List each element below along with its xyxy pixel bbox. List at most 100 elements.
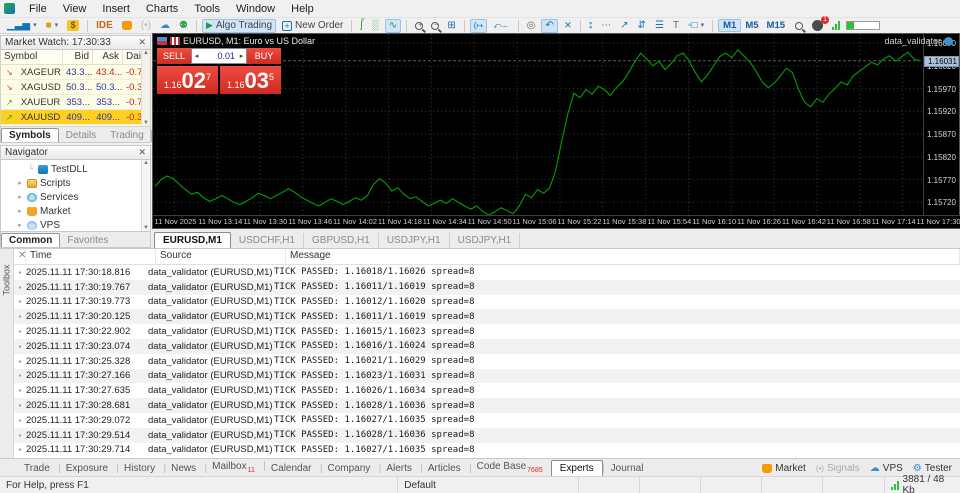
algo-trading-button[interactable]: ▶ Algo Trading	[201, 18, 277, 33]
market-icon[interactable]	[119, 19, 135, 33]
deposit-icon[interactable]: $	[64, 19, 82, 33]
market-watch-tab-symbols[interactable]: Symbols	[1, 128, 59, 142]
toolbox-tab-alerts[interactable]: Alerts	[378, 461, 422, 476]
metaeditor-ide-button[interactable]: IDE	[93, 19, 116, 33]
market-watch-row[interactable]: ↘ XAGEUR 43.3... 43.4... -0.7...	[1, 65, 150, 80]
navigator-tab-common[interactable]: Common	[1, 233, 61, 247]
navigator-item-testdll[interactable]: └ TestDLL	[1, 162, 150, 176]
log-column-header[interactable]: Time	[26, 249, 156, 264]
log-row[interactable]: ▪ 2025.11.11 17:30:29.514 data_validator…	[14, 427, 960, 443]
log-row[interactable]: ▪ 2025.11.11 17:30:22.902 data_validator…	[14, 324, 960, 339]
zoom-in-icon[interactable]: +	[412, 19, 425, 33]
toolbox-tab-calendar[interactable]: Calendar	[263, 461, 322, 476]
close-icon[interactable]: ✕	[138, 37, 146, 48]
menu-item-charts[interactable]: Charts	[138, 1, 186, 17]
navigator-item-services[interactable]: ▸ Services	[1, 190, 150, 204]
volume-increase-icon[interactable]: ▸	[237, 52, 246, 60]
menu-item-insert[interactable]: Insert	[94, 1, 138, 17]
navigator-item-scripts[interactable]: ▸ Scripts	[1, 176, 150, 190]
market-watch-row[interactable]: ↗ XAUUSD 409... 409... -0.3...	[1, 110, 150, 125]
log-row[interactable]: ▪ 2025.11.11 17:30:29.072 data_validator…	[14, 413, 960, 428]
volume-stepper[interactable]: ◂ 0.01 ▸	[191, 48, 247, 64]
timeframe-m5-button[interactable]: M5	[741, 20, 762, 31]
signals-icon[interactable]: (•)	[138, 19, 154, 33]
expander-icon[interactable]: ▸	[16, 221, 24, 229]
chart-tab[interactable]: USDJPY,H1	[450, 233, 521, 248]
line-chart-icon[interactable]: ∿	[384, 18, 402, 33]
market-watch-column-header[interactable]: Bid	[63, 50, 93, 64]
toolbox-tab-exposure[interactable]: Exposure	[58, 461, 120, 476]
price-axis[interactable]: 1.160701.160201.159701.159201.158701.158…	[923, 34, 959, 216]
menu-item-window[interactable]: Window	[228, 1, 283, 17]
navigator-tab-favorites[interactable]: Favorites	[60, 234, 115, 247]
web-terminal-icon[interactable]: ⚉	[176, 19, 191, 33]
expander-icon[interactable]: ▸	[16, 179, 24, 187]
tile-windows-icon[interactable]: ⊞	[444, 19, 458, 33]
vps-button[interactable]: ☁ VPS	[870, 463, 903, 474]
chart-type-dropdown[interactable]: ▁▃▅ ▾	[4, 19, 40, 33]
profile-icon[interactable]: 1	[809, 16, 830, 33]
log-row[interactable]: ▪ 2025.11.11 17:30:18.816 data_validator…	[14, 265, 960, 280]
chart-tab[interactable]: USDJPY,H1	[379, 233, 450, 248]
toolbox-tab-journal[interactable]: Journal	[603, 461, 652, 476]
toolbox-tab-experts[interactable]: Experts	[550, 460, 605, 476]
market-watch-row[interactable]: ↗ XAUEUR 353... 353... -0.7...	[1, 95, 150, 110]
log-row[interactable]: ▪ 2025.11.11 17:30:19.773 data_validator…	[14, 295, 960, 310]
toolbox-tab-code-base[interactable]: Code Base7685	[469, 459, 554, 476]
tick-chart-icon[interactable]: ʃ̋	[357, 19, 365, 33]
market-watch-column-header[interactable]: Symbol	[1, 50, 63, 64]
tester-button[interactable]: ⚙ Tester	[913, 463, 952, 474]
log-row[interactable]: ▪ 2025.11.11 17:30:25.328 data_validator…	[14, 354, 960, 369]
ea-smiley-icon[interactable]	[944, 36, 953, 46]
shift-end-icon[interactable]: (↦	[469, 18, 488, 33]
log-column-header[interactable]: Source	[156, 249, 286, 264]
market-watch-row[interactable]: ↘ XAGUSD 50.3... 50.3... -0.3...	[1, 80, 150, 95]
market-watch-scrollbar[interactable]: ▲ ▼	[141, 50, 150, 126]
toolbox-tab-company[interactable]: Company	[320, 461, 382, 476]
log-row[interactable]: ▪ 2025.11.11 17:30:27.166 data_validator…	[14, 368, 960, 384]
horizontal-line-icon[interactable]: ⋯	[598, 19, 614, 33]
volume-value[interactable]: 0.01	[201, 51, 237, 61]
market-watch-tab-trading[interactable]: Trading	[103, 129, 151, 142]
cursor-icon[interactable]: ↶	[541, 18, 558, 33]
shapes-dropdown[interactable]: ◦□ ▾	[685, 19, 707, 33]
timeframe-m15-button[interactable]: M15	[763, 20, 789, 31]
menu-item-tools[interactable]: Tools	[186, 1, 228, 17]
signals-button[interactable]: (•) Signals	[816, 463, 860, 474]
indicators-dropdown[interactable]: ■ ▾	[43, 19, 62, 33]
menu-item-view[interactable]: View	[55, 1, 95, 17]
toolbox-tab-articles[interactable]: Articles	[420, 461, 472, 476]
menu-item-file[interactable]: File	[21, 1, 55, 17]
profile-name[interactable]: Default	[398, 477, 580, 493]
sell-button[interactable]: SELL	[157, 48, 191, 64]
log-row[interactable]: ▪ 2025.11.11 17:30:19.767 data_validator…	[14, 279, 960, 295]
text-tool-icon[interactable]: T	[670, 19, 682, 33]
market-watch-tab-details[interactable]: Details	[59, 129, 104, 142]
log-close-icon[interactable]: ✕	[14, 249, 26, 264]
new-order-button[interactable]: + New Order	[279, 19, 346, 33]
timeframe-m1-button[interactable]: M1	[718, 19, 742, 32]
screenshot-icon[interactable]: ◎	[524, 19, 539, 33]
zoom-out-icon[interactable]: −	[428, 19, 441, 33]
log-row[interactable]: ▪ 2025.11.11 17:30:28.681 data_validator…	[14, 398, 960, 413]
toolbox-tab-news[interactable]: News	[163, 461, 207, 476]
chart-tab[interactable]: GBPUSD,H1	[304, 233, 379, 248]
log-column-header[interactable]: Message	[286, 249, 960, 264]
bar-chart-icon[interactable]: ░	[369, 19, 382, 33]
expander-icon[interactable]: ▸	[16, 207, 24, 215]
chart-tab[interactable]: EURUSD,M1	[154, 232, 231, 248]
search-icon[interactable]	[792, 19, 806, 33]
log-row[interactable]: ▪ 2025.11.11 17:30:20.125 data_validator…	[14, 309, 960, 325]
auto-scroll-icon[interactable]: ⤺←	[490, 19, 513, 33]
navigator-scrollbar[interactable]: ▲ ▼	[141, 160, 150, 231]
menu-item-help[interactable]: Help	[283, 1, 322, 17]
market-button[interactable]: Market	[762, 463, 806, 474]
vertical-line-icon[interactable]: ⦂	[586, 19, 595, 33]
chart-tab[interactable]: USDCHF,H1	[231, 233, 305, 248]
buy-button[interactable]: BUY	[247, 48, 281, 64]
log-row[interactable]: ▪ 2025.11.11 17:30:29.714 data_validator…	[14, 443, 960, 458]
market-watch-column-header[interactable]: Ask	[93, 50, 123, 64]
sell-price-button[interactable]: 1.16 02 7	[157, 66, 218, 94]
trendline-icon[interactable]: ↗	[617, 19, 631, 33]
buy-price-button[interactable]: 1.16 03 5	[220, 66, 281, 94]
